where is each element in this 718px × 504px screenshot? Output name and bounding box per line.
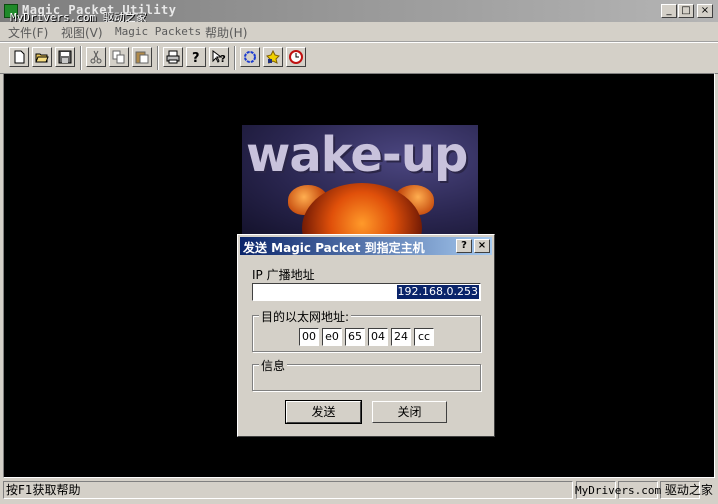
info-group: 信息 (252, 357, 481, 391)
copy-icon (112, 50, 125, 64)
timer-icon (289, 50, 303, 64)
watermark-bottom: MyDrivers.com 驱动之家 (575, 481, 713, 498)
wake-icon (266, 50, 280, 64)
cut-icon (90, 50, 102, 64)
print-icon (166, 50, 180, 64)
menu-magic-packets[interactable]: Magic Packets (115, 25, 201, 38)
title-bar[interactable]: Magic Packet Utility MyDrivers.com 驱动之家 … (0, 0, 718, 24)
print-button[interactable] (163, 47, 183, 67)
toolbar-separator (157, 46, 159, 70)
context-help-icon: ? (212, 50, 226, 64)
mac-address-group: 目的以太网地址: 00 e0 65 04 24 cc (252, 308, 481, 352)
mac-octet-2[interactable]: e0 (322, 328, 342, 346)
about-icon: ? (192, 51, 200, 64)
mac-octet-4[interactable]: 04 (368, 328, 388, 346)
svg-text:?: ? (192, 51, 200, 64)
timer-button[interactable] (286, 47, 306, 67)
dialog-title-bar[interactable]: 发送 Magic Packet 到指定主机 ? × (240, 237, 492, 255)
toolbar-separator (234, 46, 236, 70)
context-help-button[interactable]: ? (209, 47, 229, 67)
watermark-bottom-left: MyDrivers.com (575, 484, 662, 497)
maximize-button[interactable]: □ (678, 4, 694, 18)
save-button[interactable] (55, 47, 75, 67)
save-icon (58, 50, 72, 64)
mac-octet-3[interactable]: 65 (345, 328, 365, 346)
refresh-icon (244, 51, 256, 63)
menu-help[interactable]: 帮助(H) (205, 24, 247, 41)
toolbar-separator (80, 46, 82, 70)
svg-text:?: ? (220, 54, 226, 64)
close-window-button[interactable]: × (697, 4, 713, 18)
info-label: 信息 (259, 357, 288, 374)
menu-file[interactable]: 文件(F) (8, 24, 48, 41)
paste-icon (135, 51, 149, 64)
mac-octet-5[interactable]: 24 (391, 328, 411, 346)
banner-text: wake-up (246, 127, 468, 183)
refresh-button[interactable] (240, 47, 260, 67)
dialog-help-button[interactable]: ? (456, 239, 472, 253)
open-button[interactable] (32, 47, 52, 67)
dialog-close-button[interactable]: × (474, 239, 490, 253)
open-icon (35, 53, 49, 63)
ip-broadcast-value: 192.168.0.253 (396, 285, 479, 299)
ip-broadcast-label: IP 广播地址 (252, 268, 315, 282)
menu-bar: 文件(F) 视图(V) Magic Packets 帮助(H) (0, 22, 718, 42)
mac-address-label: 目的以太网地址: (259, 308, 352, 325)
wake-button[interactable] (263, 47, 283, 67)
status-text: 按F1获取帮助 (3, 481, 573, 499)
menu-view[interactable]: 视图(V) (61, 24, 103, 41)
toolbar: ? ? (0, 42, 718, 74)
wake-up-banner-image: wake-up (242, 125, 478, 235)
minimize-button[interactable]: _ (661, 4, 677, 18)
dialog-title: 发送 Magic Packet 到指定主机 (243, 241, 425, 255)
main-window: Magic Packet Utility MyDrivers.com 驱动之家 … (0, 0, 718, 504)
send-magic-packet-dialog: 发送 Magic Packet 到指定主机 ? × IP 广播地址 192.16… (237, 234, 495, 437)
ip-broadcast-input[interactable]: 192.168.0.253 (252, 283, 481, 301)
copy-button[interactable] (109, 47, 129, 67)
new-button[interactable] (9, 47, 29, 67)
new-icon (14, 50, 25, 64)
mac-octet-6[interactable]: cc (414, 328, 434, 346)
mac-octet-1[interactable]: 00 (299, 328, 319, 346)
paste-button[interactable] (132, 47, 152, 67)
close-button[interactable]: 关闭 (372, 401, 447, 423)
cut-button[interactable] (86, 47, 106, 67)
about-button[interactable]: ? (186, 47, 206, 67)
send-button[interactable]: 发送 (285, 400, 362, 424)
watermark-bottom-right: 驱动之家 (664, 483, 713, 497)
